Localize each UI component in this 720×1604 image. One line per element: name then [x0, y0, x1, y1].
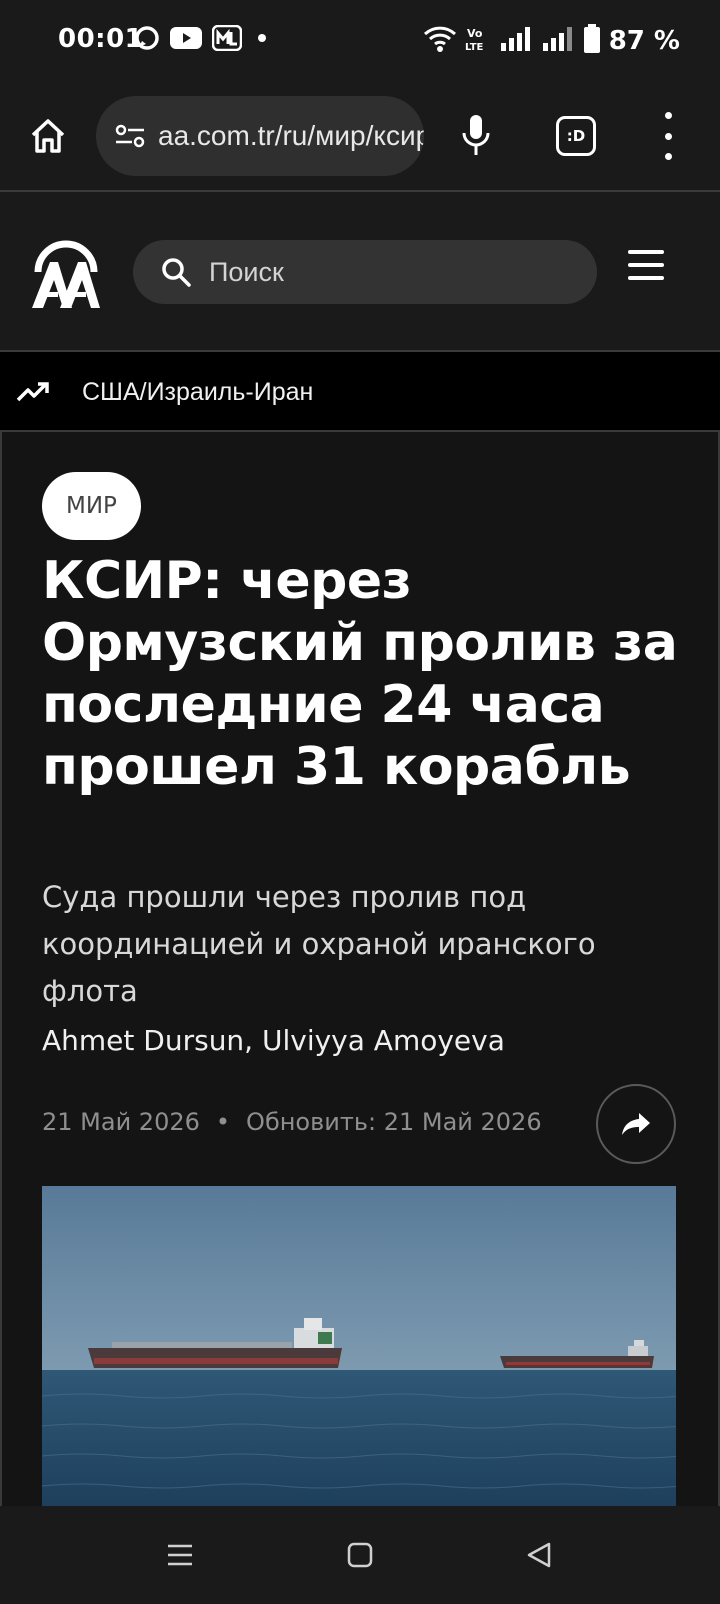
site-header	[0, 192, 720, 352]
updated-date: Обновить: 21 Май 2026	[246, 1108, 542, 1136]
overflow-menu-icon	[664, 112, 672, 119]
battery-percent: 87 %	[608, 26, 680, 56]
battery-icon	[583, 24, 601, 58]
system-navigation-bar	[0, 1506, 720, 1604]
svg-text:Vo: Vo	[467, 27, 483, 40]
hero-photo[interactable]	[42, 1186, 676, 1506]
search-box[interactable]	[133, 240, 597, 304]
status-notification-icons	[134, 24, 272, 55]
article-headline: КСИР: через Ормузский пролив за последни…	[42, 551, 678, 797]
svg-text:LTE: LTE	[465, 42, 484, 53]
microphone-icon	[462, 115, 490, 155]
recent-apps-icon	[168, 1544, 192, 1566]
overflow-menu-button[interactable]	[656, 112, 680, 160]
voice-search-button[interactable]	[458, 110, 494, 160]
volte-icon: Vo LTE	[465, 25, 491, 57]
share-button[interactable]	[596, 1084, 676, 1164]
home-square-icon	[347, 1542, 373, 1568]
trending-topic-link[interactable]: США/Израиль-Иран	[82, 378, 313, 407]
url-text[interactable]: aa.com.tr/ru/мир/ксир-через	[158, 120, 424, 152]
chat-bubble-icon	[134, 25, 160, 55]
trending-topic-bar[interactable]: США/Израиль-Иран	[0, 354, 720, 430]
recent-apps-button[interactable]	[159, 1534, 201, 1576]
article-card: МИР КСИР: через Ормузский пролив за посл…	[0, 430, 720, 1506]
status-system-icons: Vo LTE 87 %	[423, 24, 680, 58]
aa-logo[interactable]	[28, 236, 104, 312]
address-bar[interactable]: aa.com.tr/ru/мир/ксир-через	[96, 96, 424, 176]
search-icon[interactable]	[159, 255, 193, 289]
signal-icon	[499, 25, 533, 57]
search-input[interactable]	[209, 256, 569, 288]
notification-dot-icon	[252, 28, 272, 52]
published-date: 21 Май 2026	[42, 1108, 200, 1136]
status-time: 00:01	[58, 24, 144, 54]
date-separator: •	[215, 1108, 231, 1136]
home-nav-button[interactable]	[339, 1534, 381, 1576]
youtube-icon	[170, 26, 202, 54]
home-button[interactable]	[26, 114, 70, 158]
signal-icon	[541, 25, 575, 57]
trending-up-icon	[16, 375, 50, 409]
wifi-icon	[423, 25, 457, 57]
article-authors[interactable]: Ahmet Dursun, Ulviyya Amoyeva	[42, 1024, 505, 1057]
magnit-app-icon	[211, 24, 243, 55]
site-settings-icon[interactable]	[112, 118, 148, 154]
article-dates: 21 Май 2026 • Обновить: 21 Май 2026	[42, 1108, 542, 1136]
home-icon	[31, 119, 65, 153]
browser-toolbar: aa.com.tr/ru/мир/ксир-через :D	[0, 80, 720, 192]
back-triangle-icon	[527, 1542, 551, 1568]
status-bar: 00:01 Vo LTE 87 %	[0, 0, 720, 80]
hamburger-menu-icon[interactable]	[628, 250, 664, 280]
tab-switcher-button[interactable]: :D	[556, 116, 596, 156]
category-badge[interactable]: МИР	[42, 472, 141, 540]
article-subheadline: Суда прошли через пролив под координацие…	[42, 880, 596, 1008]
tab-switcher-icon: :D	[566, 127, 586, 145]
share-arrow-icon	[622, 1113, 650, 1135]
back-button[interactable]	[518, 1534, 560, 1576]
